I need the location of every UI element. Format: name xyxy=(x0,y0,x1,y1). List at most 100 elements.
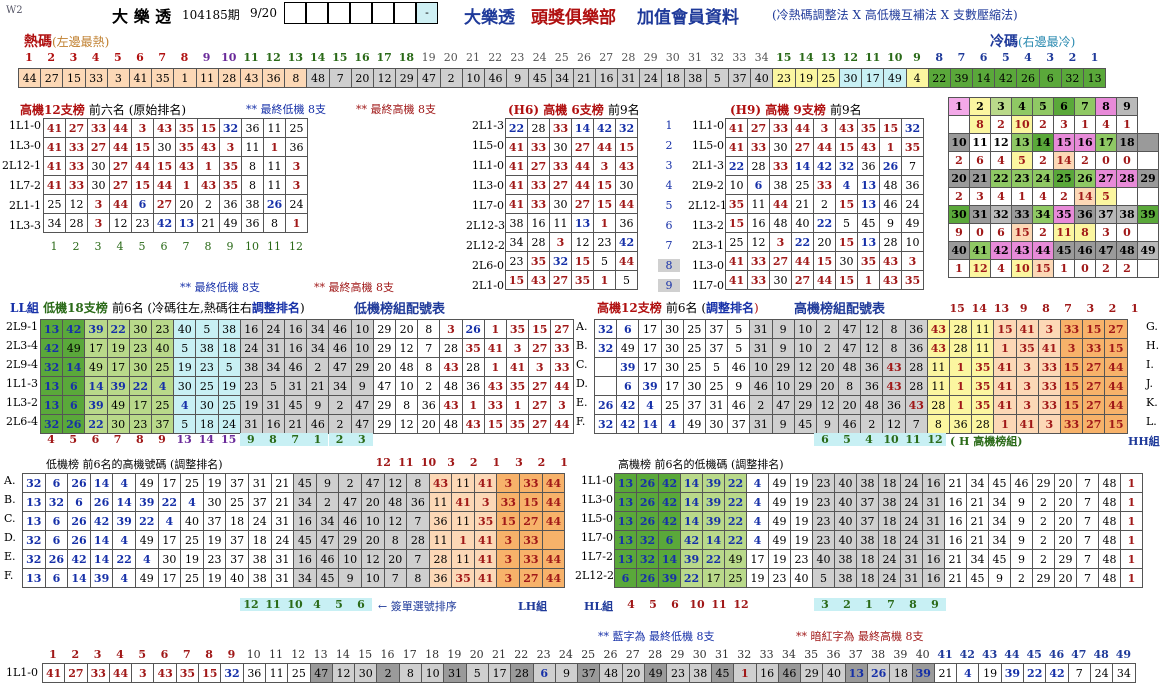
cell: 43 xyxy=(879,251,902,271)
cell: 24 xyxy=(900,530,923,550)
cell: 27 xyxy=(109,175,132,195)
cell: 26 xyxy=(62,414,86,434)
cell: 44 xyxy=(615,251,638,271)
hi12-table: 41 27 33 44 3 43 35 15 32 36 11 25 41 33 27 44 15 30 35 43 3… xyxy=(43,118,308,233)
bottom-index-label: 37 xyxy=(848,648,863,661)
hl-foot-label: 11 xyxy=(711,598,727,611)
row-label: D. xyxy=(4,531,16,544)
cell: 35 xyxy=(151,68,175,88)
row-label: 2L9-1 xyxy=(5,320,38,333)
h6-index-label: 6 xyxy=(665,219,673,232)
cell: 19 xyxy=(217,376,241,396)
hotcold-index: 7 xyxy=(957,51,966,64)
cell: 1 xyxy=(879,137,902,157)
box-6[interactable] xyxy=(394,2,416,24)
cell: 44 xyxy=(1104,395,1128,415)
cell: 33 xyxy=(550,338,574,358)
box-5[interactable] xyxy=(372,2,394,24)
cell: 40 xyxy=(180,511,204,531)
cell: 15 xyxy=(1082,319,1106,339)
cell: 0 xyxy=(969,223,991,242)
cell: 49 xyxy=(768,492,791,512)
cell: 33 xyxy=(527,194,550,214)
cell: 44 xyxy=(541,568,566,588)
cell: 28 xyxy=(428,549,453,569)
cell: 29 xyxy=(395,68,419,88)
cell: 40 xyxy=(822,663,846,683)
hl-foot2-label: 9 xyxy=(924,598,946,611)
cell: 3 xyxy=(549,232,572,252)
cell: 21 xyxy=(944,549,967,569)
cell: 6 xyxy=(62,376,86,396)
cell: 36 xyxy=(860,357,884,377)
box-3[interactable] xyxy=(328,2,350,24)
cell: 49 xyxy=(106,395,130,415)
bottom-index-label: 11 xyxy=(269,648,283,661)
cell: 4 xyxy=(990,187,1012,206)
hotcold-index: 31 xyxy=(688,51,702,64)
cell: 35 xyxy=(219,175,242,195)
cell: 5 xyxy=(1032,97,1054,116)
cell: 31 xyxy=(900,568,923,588)
cell: 40 xyxy=(791,213,814,233)
cell: 11 xyxy=(428,492,453,512)
row-label: E. xyxy=(576,396,588,409)
cell: 2 xyxy=(417,376,441,396)
cell: 16 xyxy=(284,338,308,358)
cell: 45 xyxy=(315,568,340,588)
cell: 33 xyxy=(84,68,108,88)
cell: 35 xyxy=(1015,338,1039,358)
cell: 25 xyxy=(725,232,748,252)
cell: 10 xyxy=(1011,115,1033,134)
cell: 37 xyxy=(225,530,249,550)
cell: 33 xyxy=(550,357,574,377)
cell: 4 xyxy=(835,175,858,195)
row-label: I. xyxy=(1146,358,1154,371)
cell: 17 xyxy=(128,395,152,415)
cell: 32 xyxy=(22,473,46,493)
hl-foot-label: 5 xyxy=(649,598,657,611)
bottom-index-label: 14 xyxy=(335,648,350,661)
cell: 6 xyxy=(62,395,86,415)
box-4[interactable] xyxy=(350,2,372,24)
cell: 20 xyxy=(360,492,385,512)
cell: 6 xyxy=(131,194,154,214)
cell: 3 xyxy=(550,395,574,415)
cell: 30 xyxy=(128,319,152,339)
cell: 48 xyxy=(394,357,419,377)
hotcold-index: 9 xyxy=(202,51,211,64)
cell: 40 xyxy=(790,568,813,588)
cell: 39 xyxy=(106,376,130,396)
hh-foot-label: 5 xyxy=(836,433,858,446)
box-dash[interactable]: - xyxy=(416,2,438,24)
row-label: 1L3-2 xyxy=(691,219,724,232)
cell: 36 xyxy=(461,376,485,396)
hotcold-index: 26 xyxy=(577,51,591,64)
box-2[interactable] xyxy=(306,2,328,24)
hh-foot-tag: HH組 xyxy=(1128,435,1160,448)
bottom-index-label: 19 xyxy=(447,648,462,661)
cell: 38 xyxy=(688,663,712,683)
cell: 29 xyxy=(372,395,397,415)
cell: 2 xyxy=(439,68,463,88)
cell: 17 xyxy=(702,568,725,588)
cell: 5 xyxy=(173,338,197,358)
cell: 35 xyxy=(175,118,198,138)
cell: 12 xyxy=(793,357,817,377)
cell: 47 xyxy=(771,395,795,415)
cell: 35 xyxy=(505,414,530,434)
index-label: 12 xyxy=(289,240,303,253)
box-1[interactable] xyxy=(284,2,306,24)
cell: 8 xyxy=(1074,223,1096,242)
cell: 39 xyxy=(658,568,681,588)
index-label: 11 xyxy=(267,240,281,253)
bottom-index-label: 40 xyxy=(915,648,930,661)
cell: 27 xyxy=(747,118,770,138)
cell: 16 xyxy=(261,414,286,434)
cell: 8 xyxy=(241,175,264,195)
cell: 10 xyxy=(1011,259,1033,278)
cell: 27 xyxy=(519,568,543,588)
bottom-index-label: 3 xyxy=(93,648,102,661)
cell: 44 xyxy=(813,270,836,290)
cell: 49 xyxy=(768,511,791,531)
